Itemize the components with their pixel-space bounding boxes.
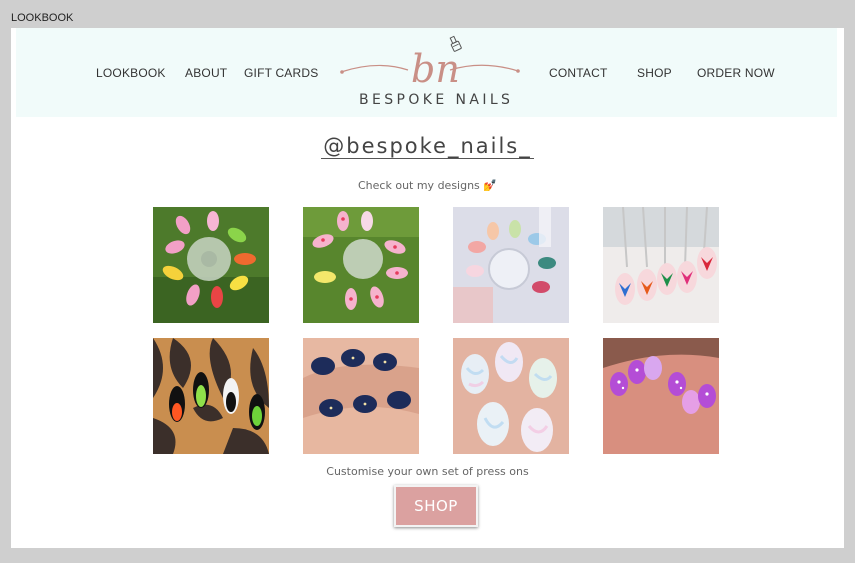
gallery-image-3[interactable] <box>453 207 569 323</box>
nav-order-now[interactable]: ORDER NOW <box>697 66 775 80</box>
shop-button[interactable]: SHOP <box>394 485 478 527</box>
gallery-image-5[interactable] <box>153 338 269 454</box>
gallery-image-8[interactable] <box>603 338 719 454</box>
nav-lookbook[interactable]: LOOKBOOK <box>96 66 166 80</box>
nail-wheel-pink-polka-dots-photo <box>303 207 419 323</box>
customise-text: Customise your own set of press ons <box>326 465 529 478</box>
nail-polish-emoji: 💅 <box>483 179 497 192</box>
gallery-image-2[interactable] <box>303 207 419 323</box>
instagram-handle-text: @bespoke_nails_ <box>321 134 534 159</box>
page: LOOKBOOK ABOUT GIFT CARDS bn BESPOKE NAI… <box>11 28 844 548</box>
nail-wheel-pastel-swatches-photo <box>453 207 569 323</box>
navy-starry-nails-photo <box>303 338 419 454</box>
logo[interactable]: bn BESPOKE NAILS <box>338 34 523 114</box>
gallery-image-6[interactable] <box>303 338 419 454</box>
nav-shop[interactable]: SHOP <box>637 66 672 80</box>
nav-gift-cards[interactable]: GIFT CARDS <box>244 66 318 80</box>
nail-tips-neon-flames-photo <box>153 338 269 454</box>
nail-tips-butterflies-photo <box>603 207 719 323</box>
brand-name: BESPOKE NAILS <box>359 92 514 108</box>
site-header: LOOKBOOK ABOUT GIFT CARDS bn BESPOKE NAI… <box>16 28 837 117</box>
logo-monogram-text: bn <box>411 47 460 91</box>
purple-polka-dot-nails-photo <box>603 338 719 454</box>
pastel-marble-nails-photo <box>453 338 569 454</box>
nav-about[interactable]: ABOUT <box>185 66 227 80</box>
logo-monogram-graphic: bn <box>340 35 520 91</box>
instagram-handle[interactable]: @bespoke_nails_ <box>11 134 844 159</box>
window-title: LOOKBOOK <box>11 12 74 24</box>
gallery-image-4[interactable] <box>603 207 719 323</box>
nav-contact[interactable]: CONTACT <box>549 66 608 80</box>
gallery-subtitle: Check out my designs 💅 <box>11 179 844 192</box>
gallery-image-1[interactable] <box>153 207 269 323</box>
gallery-image-7[interactable] <box>453 338 569 454</box>
nail-wheel-neon-flames-photo <box>153 207 269 323</box>
gallery-subtitle-text: Check out my designs <box>358 179 480 192</box>
